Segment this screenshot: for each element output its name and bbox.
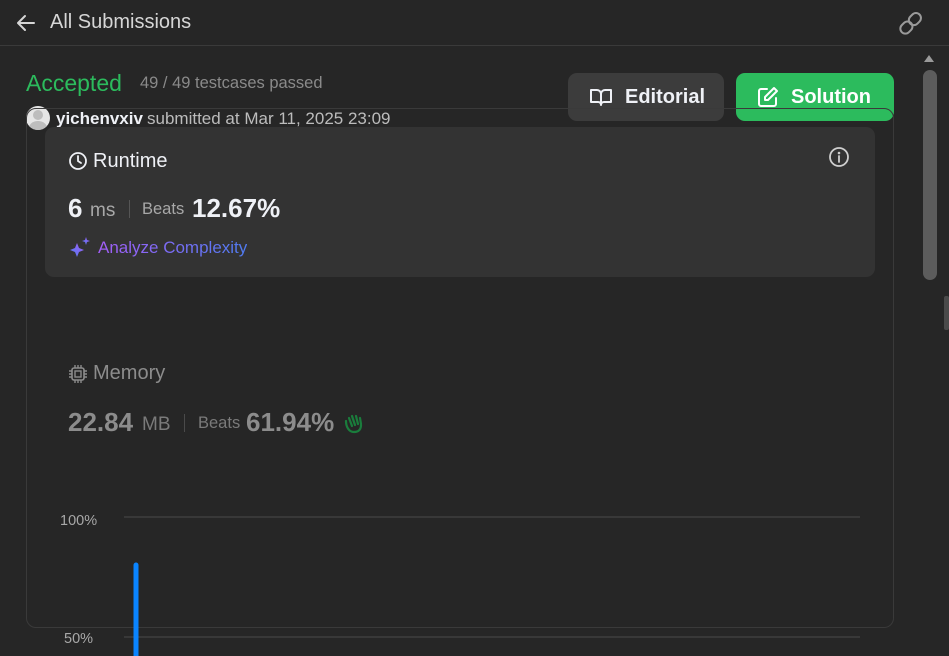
runtime-card[interactable]: Runtime 6 ms Beats 12.67% Analyze Comple… <box>45 127 875 277</box>
book-icon <box>590 89 612 106</box>
arrow-left-icon[interactable] <box>14 11 38 35</box>
runtime-beats-value: 12.67% <box>192 193 281 223</box>
memory-title[interactable]: Memory <box>93 362 165 385</box>
y-tick-100: 100% <box>60 513 97 529</box>
runtime-beats-label: Beats <box>142 200 185 218</box>
all-submissions-link[interactable]: All Submissions <box>50 11 191 34</box>
runtime-title: Runtime <box>93 150 168 172</box>
top-bar: All Submissions <box>0 0 949 46</box>
sparkle-icon <box>70 237 90 257</box>
edit-icon <box>758 87 778 107</box>
clap-icon <box>344 414 363 434</box>
runtime-unit: ms <box>90 200 116 221</box>
memory-value: 22.84 <box>68 407 134 437</box>
divider <box>129 200 130 218</box>
y-tick-50: 50% <box>64 631 93 647</box>
info-icon[interactable] <box>828 146 850 168</box>
solution-label: Solution <box>791 85 871 108</box>
clock-icon <box>69 152 87 170</box>
divider <box>184 414 185 432</box>
chip-icon <box>69 365 87 383</box>
runtime-value: 6 <box>68 193 83 223</box>
memory-beats-label: Beats <box>198 414 241 432</box>
status-label: Accepted <box>26 70 122 96</box>
link-icon[interactable] <box>897 10 925 36</box>
panel-resize-handle[interactable] <box>944 296 949 330</box>
scroll-up-arrow-icon[interactable] <box>922 52 936 64</box>
memory-beats-value: 61.94% <box>246 407 335 437</box>
analyze-complexity-link[interactable]: Analyze Complexity <box>98 238 247 258</box>
scroll-thumb[interactable] <box>923 70 937 280</box>
memory-unit: MB <box>142 414 171 435</box>
editorial-label: Editorial <box>625 85 706 108</box>
distribution-chart: 100% 50% <box>60 513 860 656</box>
testcases-passed: 49 / 49 testcases passed <box>140 74 323 92</box>
